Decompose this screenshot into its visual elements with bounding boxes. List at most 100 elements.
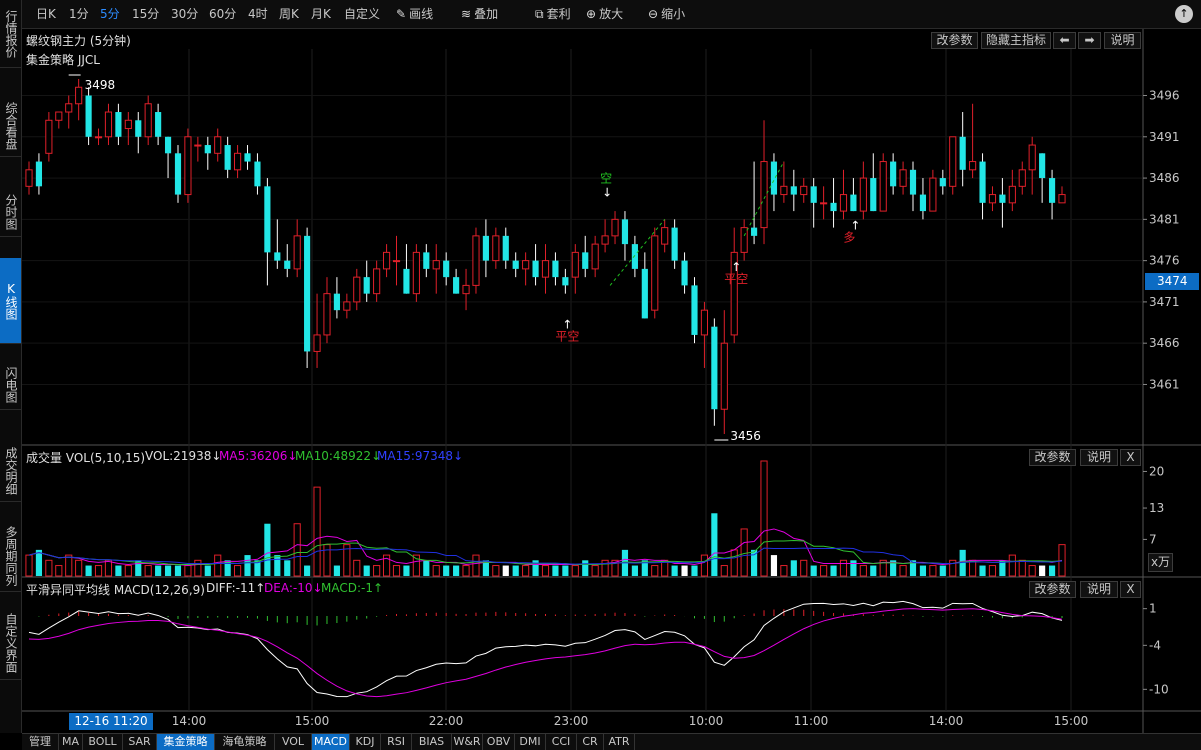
candle-up [184,136,192,196]
tab-manage[interactable]: 管理 [22,734,59,750]
candle-down [621,219,629,245]
candle-down [999,194,1006,203]
volume-bar-up [541,565,550,577]
candle-up [432,260,440,270]
candle-down [909,169,917,195]
tab-vol[interactable]: VOL [275,734,312,750]
tab-cr[interactable]: CR [577,734,604,750]
tab-atr[interactable]: ATR [604,734,635,750]
zoom-in-button[interactable]: ⊕ 放大 [586,0,623,29]
volume-bar-up [929,565,937,577]
candle-up [45,119,53,154]
sidebar-item-timeshare[interactable]: 分时图 [0,187,21,237]
tab-sar[interactable]: SAR [123,734,157,750]
macd-params-button[interactable]: 改参数 [1029,581,1076,598]
volume-bar-up [591,565,599,577]
period-30min[interactable]: 30分 [171,0,198,29]
candle-up [522,260,530,270]
time-tick-label: 14:00 [172,714,207,728]
price-tick-label: 3496 [1149,89,1180,103]
candle-down [512,260,519,269]
ma10-text: MA10:48922 [295,449,372,463]
tab-cci[interactable]: CCI [546,734,577,750]
arbitrage-button[interactable]: ⧉ 套利 [535,0,571,29]
macd-tick-label: -10 [1149,682,1169,696]
period-60min[interactable]: 60分 [209,0,236,29]
tab-turtle[interactable]: 海龟策略 [215,734,275,750]
candle-down [631,244,638,269]
volume-bar-up [492,565,500,577]
zoom-out-button[interactable]: ⊖ 缩小 [648,0,685,29]
draw-line-button[interactable]: ✎ 画线 [396,0,433,29]
candle-down [204,145,211,154]
candle-up [343,301,351,311]
candle-down [244,153,251,162]
zoom-out-label: 缩小 [661,7,686,21]
period-5min[interactable]: 5分 [100,0,120,29]
candle-up [373,268,381,295]
tab-obv[interactable]: OBV [483,734,515,750]
volume-bar-up [700,554,709,577]
candle-up [472,235,480,286]
sidebar-item-kline[interactable]: K线图 [0,258,21,344]
tab-jjcl[interactable]: 集金策略 [157,734,215,750]
price-tick-label: 3466 [1149,336,1180,350]
tab-boll[interactable]: BOLL [83,734,123,750]
main-params-button[interactable]: 改参数 [931,32,978,49]
tab-wr[interactable]: W&R [452,734,483,750]
ma5-value: MA5:36206↓ [219,449,297,463]
tab-rsi[interactable]: RSI [381,734,412,750]
candle-down [691,285,698,335]
volume-help-button[interactable]: 说明 [1080,449,1118,466]
candle-down [830,202,837,212]
candle-up [1028,144,1036,171]
period-monthly[interactable]: 月K [311,0,331,29]
candle-down [35,161,43,187]
arbitrage-icon: ⧉ [535,7,544,21]
period-daily[interactable]: 日K [36,0,56,29]
tab-macd[interactable]: MACD [312,734,350,750]
diff-value: DIFF:-11↑ [206,581,265,595]
sidebar-item-trades[interactable]: 成交明细 [0,440,21,502]
hide-main-indicator-button[interactable]: 隐藏主指标 [981,32,1051,49]
fullscreen-icon[interactable]: ↑ [1175,5,1193,23]
arrow-left-icon[interactable]: ⬅ [1053,32,1076,49]
macd-help-button[interactable]: 说明 [1080,581,1118,598]
volume-bar-up [144,565,152,577]
sidebar-item-multiperiod[interactable]: 多周期同列 [0,520,21,592]
candle-down [671,227,678,261]
period-4h[interactable]: 4时 [248,0,268,29]
period-custom[interactable]: 自定义 [344,0,380,29]
period-1min[interactable]: 1分 [69,0,89,29]
overlay-button[interactable]: ≋ 叠加 [461,0,498,29]
candle-up [661,227,669,245]
candle-down [423,252,430,269]
period-weekly[interactable]: 周K [279,0,299,29]
main-help-button[interactable]: 说明 [1104,32,1141,49]
zoom-in-label: 放大 [599,7,624,21]
sidebar-item-dashboard[interactable]: 综合看盘 [0,95,21,157]
candle-down [453,277,460,294]
volume-bar-up [25,554,33,577]
chart-area[interactable]: 14:00 15:00 22:00 23:00 10:00 11:00 14:00 15:00… [22,29,1201,733]
stack-icon: ≋ [461,7,472,21]
arrow-right-icon[interactable]: ➡ [1078,32,1101,49]
volume-bar-up [293,523,301,577]
volume-bar-up [124,565,132,577]
sidebar-item-flash[interactable]: 闪电图 [0,360,21,410]
volume-params-button[interactable]: 改参数 [1029,449,1076,466]
volume-close-icon[interactable]: X [1120,449,1141,466]
period-15min[interactable]: 15分 [132,0,159,29]
candle-up [720,342,728,410]
tab-kdj[interactable]: KDJ [350,734,381,750]
sidebar-item-custom[interactable]: 自定义界面 [0,606,21,680]
volume-bar-down [512,565,519,576]
volume-series: 20 13 7 [25,460,1164,577]
tab-bias[interactable]: BIAS [412,734,452,750]
sidebar-item-quotes[interactable]: 行情报价 [0,0,21,68]
candle-down [85,95,92,137]
tab-ma[interactable]: MA [59,734,83,750]
tab-dmi[interactable]: DMI [515,734,546,750]
macd-close-icon[interactable]: X [1120,581,1141,598]
diff-text: DIFF:-11 [206,581,256,595]
